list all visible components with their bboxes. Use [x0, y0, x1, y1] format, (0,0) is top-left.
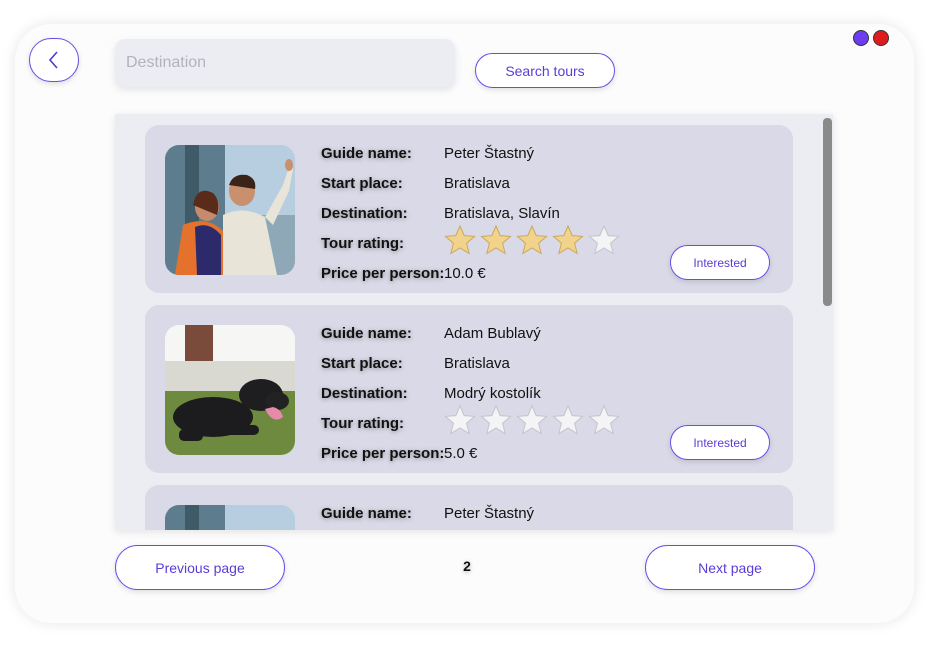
tour-rating-label: Tour rating: — [321, 235, 405, 252]
star-filled-icon — [480, 225, 512, 255]
star-empty-icon — [444, 405, 476, 435]
tour-card: Guide name: Peter Štastný Start place: B… — [145, 125, 793, 293]
tour-rating-label: Tour rating: — [321, 415, 405, 432]
interested-button[interactable]: Interested — [670, 425, 770, 460]
star-empty-icon — [552, 405, 584, 435]
tour-results-list[interactable]: Guide name: Peter Štastný Start place: B… — [115, 114, 833, 530]
guide-name-label: Guide name: — [321, 325, 412, 342]
price-label: Price per person: — [321, 445, 445, 462]
guide-name-value: Adam Bublavý — [444, 325, 541, 342]
star-filled-icon — [516, 225, 548, 255]
guide-name-value: Peter Štastný — [444, 505, 535, 522]
back-button[interactable] — [29, 38, 79, 82]
couple-pointing-photo — [165, 505, 295, 530]
destination-label: Destination: — [321, 205, 408, 222]
start-place-label: Start place: — [321, 175, 403, 192]
current-page-number: 2 — [463, 558, 471, 574]
guide-name-label: Guide name: — [321, 145, 412, 162]
results-scrollbar[interactable] — [821, 115, 833, 530]
star-empty-icon — [588, 405, 620, 435]
destination-value: Modrý kostolík — [444, 385, 541, 402]
tour-card: Guide name: Adam Bublavý Start place: Br… — [145, 305, 793, 473]
previous-page-button[interactable]: Previous page — [115, 545, 285, 590]
destination-search-input[interactable] — [115, 39, 455, 87]
tour-rating-stars — [444, 225, 620, 255]
star-empty-icon — [588, 225, 620, 255]
destination-value: Bratislava, Slavín — [444, 205, 560, 222]
interested-button[interactable]: Interested — [670, 245, 770, 280]
star-filled-icon — [552, 225, 584, 255]
start-place-value: Bratislava — [444, 175, 510, 192]
purple-dot[interactable] — [853, 30, 869, 46]
start-place-value: Bratislava — [444, 355, 510, 372]
price-value: 10.0 € — [444, 265, 486, 282]
guide-name-value: Peter Štastný — [444, 145, 535, 162]
next-page-button[interactable]: Next page — [645, 545, 815, 590]
scrollbar-thumb[interactable] — [823, 118, 832, 306]
star-empty-icon — [516, 405, 548, 435]
start-place-label: Start place: — [321, 355, 403, 372]
price-value: 5.0 € — [444, 445, 478, 462]
search-tours-button[interactable]: Search tours — [475, 53, 615, 88]
star-filled-icon — [444, 225, 476, 255]
black-dog-photo — [165, 325, 295, 455]
red-dot[interactable] — [873, 30, 889, 46]
destination-label: Destination: — [321, 385, 408, 402]
tour-rating-stars — [444, 405, 620, 435]
couple-pointing-photo — [165, 145, 295, 275]
window-controls — [853, 30, 889, 46]
tour-card: Guide name: Peter Štastný — [145, 485, 793, 530]
guide-name-label: Guide name: — [321, 505, 412, 522]
chevron-left-icon — [48, 51, 58, 69]
star-empty-icon — [480, 405, 512, 435]
price-label: Price per person: — [321, 265, 445, 282]
